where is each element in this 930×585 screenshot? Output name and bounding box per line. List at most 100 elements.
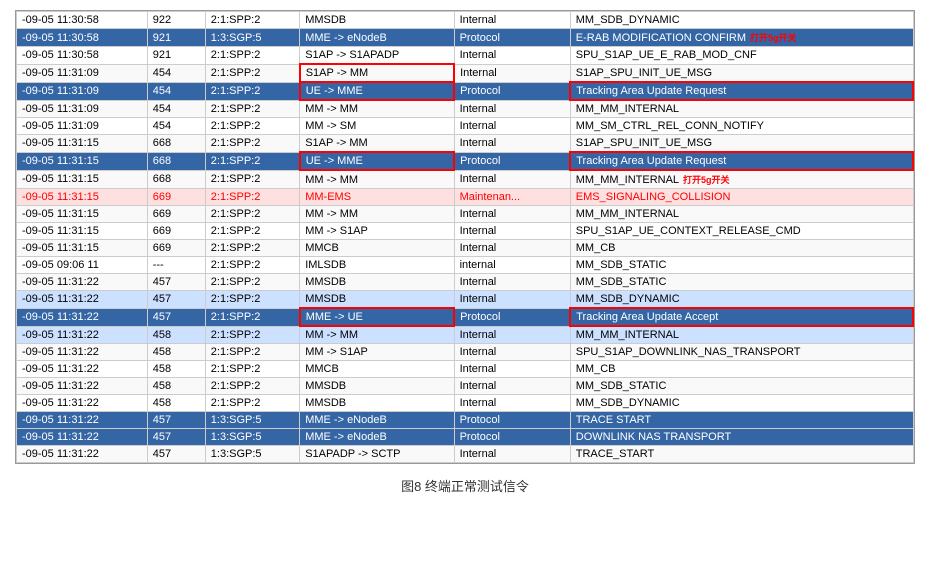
table-cell: 458 (147, 361, 205, 378)
table-cell: 1:3:SGP:5 (205, 429, 299, 446)
table-cell: -09-05 11:31:15 (17, 152, 148, 170)
annotation-text: 打开5g开关 (683, 175, 730, 185)
table-cell: -09-05 11:31:22 (17, 378, 148, 395)
table-cell: -09-05 11:31:09 (17, 118, 148, 135)
table-cell: -09-05 11:31:09 (17, 100, 148, 118)
table-cell: -09-05 11:31:22 (17, 274, 148, 291)
table-cell: -09-05 11:31:22 (17, 291, 148, 309)
table-cell: 2:1:SPP:2 (205, 240, 299, 257)
table-cell: Protocol (454, 429, 570, 446)
table-cell: Internal (454, 240, 570, 257)
table-row: -09-05 11:30:589222:1:SPP:2MMSDBInternal… (17, 12, 914, 29)
table-cell: TRACE_START (570, 446, 913, 463)
table-cell: Internal (454, 378, 570, 395)
table-cell: MMSDB (300, 274, 454, 291)
table-cell: -09-05 09:06 11 (17, 257, 148, 274)
table-cell: 2:1:SPP:2 (205, 206, 299, 223)
table-cell: 2:1:SPP:2 (205, 135, 299, 153)
table-cell: -09-05 11:31:09 (17, 82, 148, 100)
table-cell: S1AP_SPU_INIT_UE_MSG (570, 64, 913, 82)
table-cell: -09-05 11:30:58 (17, 29, 148, 47)
table-cell: E-RAB MODIFICATION CONFIRM打开5g开关 (570, 29, 913, 47)
caption-text: 图8 终端正常测试信令 (401, 479, 529, 494)
table-cell: 457 (147, 274, 205, 291)
table-cell: 669 (147, 240, 205, 257)
table-cell: SPU_S1AP_UE_CONTEXT_RELEASE_CMD (570, 223, 913, 240)
table-cell: MM_MM_INTERNAL打开5g开关 (570, 170, 913, 189)
table-cell: 458 (147, 344, 205, 361)
table-cell: MMCB (300, 240, 454, 257)
table-cell: 669 (147, 206, 205, 223)
table-cell: 454 (147, 64, 205, 82)
table-row: -09-05 11:31:224582:1:SPP:2MMSDBInternal… (17, 378, 914, 395)
table-cell: MM_SDB_STATIC (570, 378, 913, 395)
table-cell: 2:1:SPP:2 (205, 326, 299, 344)
table-row: -09-05 11:31:094542:1:SPP:2UE -> MMEProt… (17, 82, 914, 100)
table-row: -09-05 11:31:156692:1:SPP:2MM -> S1APInt… (17, 223, 914, 240)
table-cell: MM -> S1AP (300, 344, 454, 361)
table-cell: -09-05 11:31:22 (17, 446, 148, 463)
table-cell: Tracking Area Update Request (570, 82, 913, 100)
table-row: -09-05 11:31:156682:1:SPP:2S1AP -> MMInt… (17, 135, 914, 153)
table-cell: Internal (454, 446, 570, 463)
table-cell: -09-05 11:31:15 (17, 206, 148, 223)
table-cell: Protocol (454, 152, 570, 170)
table-row: -09-05 11:31:224571:3:SGP:5S1APADP -> SC… (17, 446, 914, 463)
table-cell: 2:1:SPP:2 (205, 257, 299, 274)
table-cell: UE -> MME (300, 82, 454, 100)
annotation-text: 打开5g开关 (750, 33, 797, 43)
table-cell: MM_SM_CTRL_REL_CONN_NOTIFY (570, 118, 913, 135)
table-cell: -09-05 11:31:09 (17, 64, 148, 82)
table-cell: 457 (147, 291, 205, 309)
table-cell: Protocol (454, 29, 570, 47)
table-row: -09-05 11:31:224582:1:SPP:2MM -> S1APInt… (17, 344, 914, 361)
table-cell: 2:1:SPP:2 (205, 152, 299, 170)
table-cell: SPU_S1AP_DOWNLINK_NAS_TRANSPORT (570, 344, 913, 361)
table-row: -09-05 11:31:094542:1:SPP:2MM -> MMInter… (17, 100, 914, 118)
table-cell: S1AP -> S1APADP (300, 47, 454, 65)
table-cell: -09-05 11:31:15 (17, 135, 148, 153)
table-cell: MM -> MM (300, 206, 454, 223)
table-cell: MMCB (300, 361, 454, 378)
table-cell: 669 (147, 189, 205, 206)
table-row: -09-05 11:30:589212:1:SPP:2S1AP -> S1APA… (17, 47, 914, 65)
table-cell: 458 (147, 326, 205, 344)
table-cell: S1APADP -> SCTP (300, 446, 454, 463)
table-cell: 457 (147, 429, 205, 446)
table-cell: 2:1:SPP:2 (205, 361, 299, 378)
table-row: -09-05 11:31:224582:1:SPP:2MM -> MMInter… (17, 326, 914, 344)
table-cell: 454 (147, 118, 205, 135)
table-row: -09-05 11:31:224572:1:SPP:2MME -> UEProt… (17, 308, 914, 326)
table-cell: -09-05 11:31:22 (17, 326, 148, 344)
table-cell: 2:1:SPP:2 (205, 82, 299, 100)
table-row: -09-05 11:31:156682:1:SPP:2UE -> MMEProt… (17, 152, 914, 170)
table-cell: MMSDB (300, 12, 454, 29)
table-cell: 1:3:SGP:5 (205, 29, 299, 47)
table-cell: Internal (454, 170, 570, 189)
table-cell: MM-EMS (300, 189, 454, 206)
table-cell: 2:1:SPP:2 (205, 223, 299, 240)
table-cell: 668 (147, 170, 205, 189)
table-cell: MM -> SM (300, 118, 454, 135)
table-cell: MMSDB (300, 378, 454, 395)
table-row: -09-05 11:31:094542:1:SPP:2S1AP -> MMInt… (17, 64, 914, 82)
table-cell: -09-05 11:31:15 (17, 170, 148, 189)
table-cell: 2:1:SPP:2 (205, 378, 299, 395)
table-cell: Protocol (454, 82, 570, 100)
table-cell: 454 (147, 100, 205, 118)
table-cell: 2:1:SPP:2 (205, 308, 299, 326)
table-cell: Internal (454, 344, 570, 361)
table-cell: 1:3:SGP:5 (205, 446, 299, 463)
table-cell: 458 (147, 378, 205, 395)
table-cell: MM -> S1AP (300, 223, 454, 240)
table-cell: -09-05 11:30:58 (17, 47, 148, 65)
table-cell: MM -> MM (300, 170, 454, 189)
table-cell: S1AP_SPU_INIT_UE_MSG (570, 135, 913, 153)
table-cell: Internal (454, 135, 570, 153)
table-row: -09-05 11:31:156692:1:SPP:2MM -> MMInter… (17, 206, 914, 223)
table-cell: 2:1:SPP:2 (205, 344, 299, 361)
table-row: -09-05 11:31:156692:1:SPP:2MM-EMSMainten… (17, 189, 914, 206)
table-cell: Internal (454, 100, 570, 118)
table-row: -09-05 11:31:156692:1:SPP:2MMCBInternalM… (17, 240, 914, 257)
table-cell: MME -> eNodeB (300, 29, 454, 47)
